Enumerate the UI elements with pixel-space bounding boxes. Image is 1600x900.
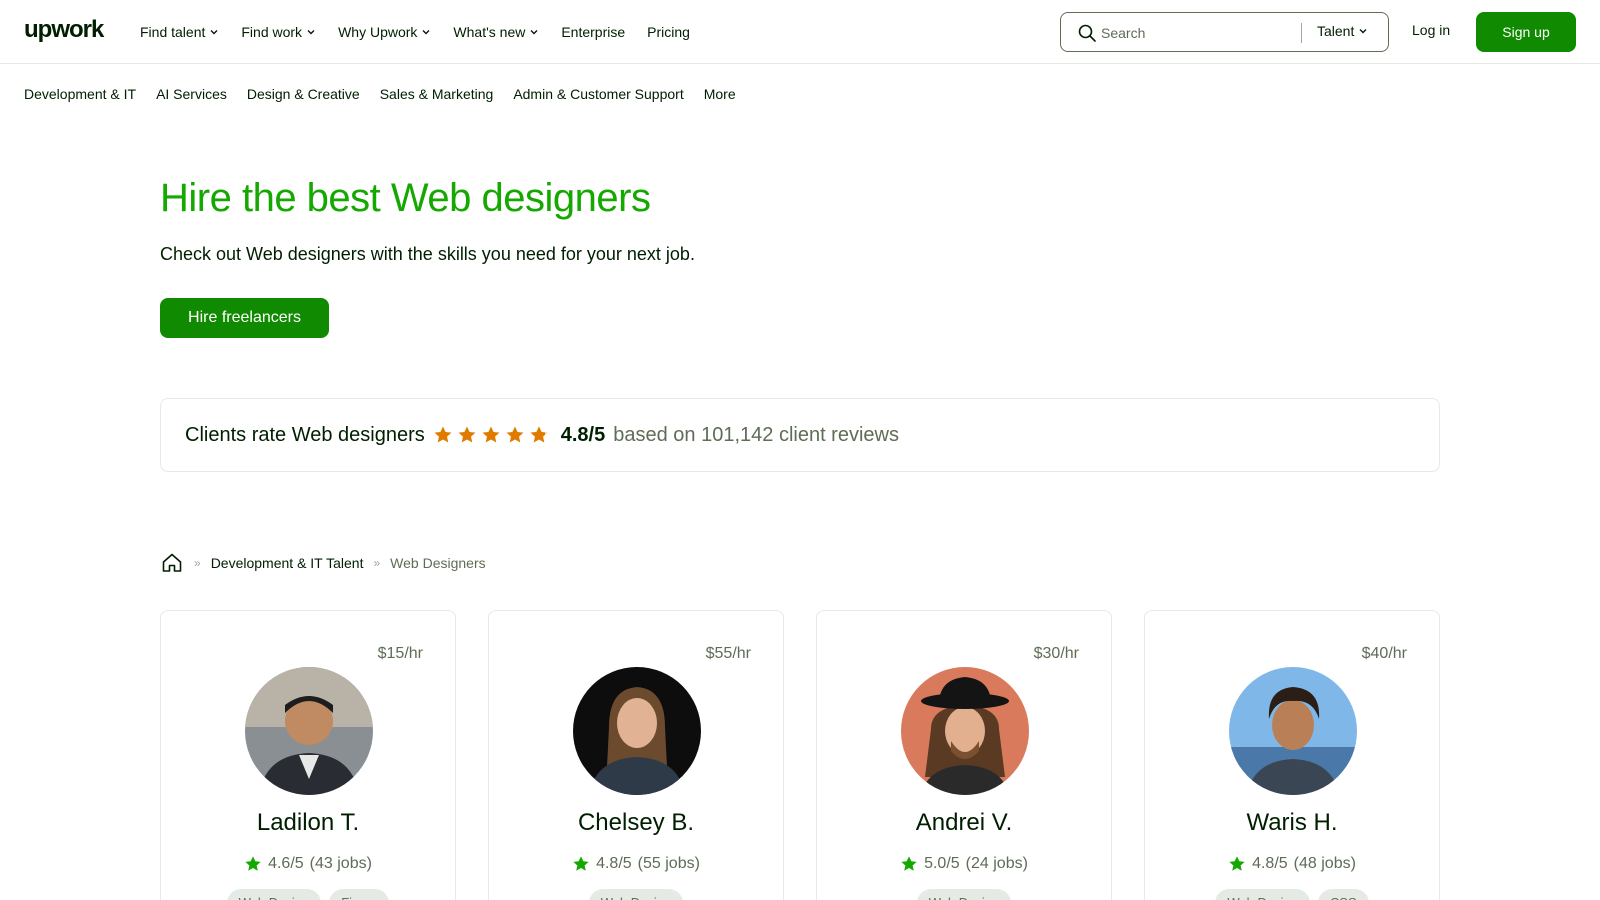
rating-score: 4.6/5 [268, 855, 304, 872]
freelancer-card[interactable]: $55/hr Chelsey B. 4.8/5 (55 jobs) Web De… [488, 610, 784, 900]
nav-label: Find talent [140, 24, 206, 40]
job-count: (48 jobs) [1293, 855, 1356, 872]
nav-pricing[interactable]: Pricing [647, 24, 690, 40]
rating-score: 4.8/5 [596, 855, 632, 872]
login-link[interactable]: Log in [1412, 22, 1450, 38]
job-count: (24 jobs) [965, 855, 1028, 872]
category-sales-marketing[interactable]: Sales & Marketing [380, 86, 494, 102]
chevron-down-icon [530, 30, 538, 35]
rating-label: Clients rate Web designers [185, 423, 425, 446]
breadcrumb-current: Web Designers [390, 555, 486, 571]
star-icon [573, 856, 589, 871]
skill-tags: Web Design [489, 889, 783, 900]
star-icon [458, 426, 476, 443]
page-subtitle: Check out Web designers with the skills … [160, 244, 695, 264]
freelancer-name: Andrei V. [915, 809, 1013, 836]
nav-label: Enterprise [561, 24, 626, 40]
category-more[interactable]: More [704, 86, 736, 102]
job-count: (55 jobs) [637, 855, 700, 872]
hourly-rate: $15/hr [377, 645, 423, 662]
search-divider [1301, 23, 1302, 43]
search-scope-label: Talent [1317, 23, 1355, 39]
signup-button[interactable]: Sign up [1476, 12, 1576, 52]
rating-review-count: based on 101,142 client reviews [613, 423, 899, 446]
nav-whats-new[interactable]: What's new [453, 24, 539, 40]
skill-tag[interactable]: Web Design [916, 889, 1012, 900]
nav-label: Find work [241, 24, 303, 40]
rating-score: 4.8/5 [1252, 855, 1288, 872]
freelancer-card-list: $15/hr Ladilon T. 4.6/5 (43 jobs) Web De… [160, 610, 1440, 900]
breadcrumb: » Development & IT Talent » Web Designer… [160, 551, 486, 575]
category-development-it[interactable]: Development & IT [24, 86, 136, 102]
chevron-down-icon [307, 30, 315, 35]
category-design-creative[interactable]: Design & Creative [247, 86, 360, 102]
category-admin-support[interactable]: Admin & Customer Support [513, 86, 683, 102]
freelancer-card[interactable]: $30/hr Andrei V. 5.0/5 (24 jobs) Web Des… [816, 610, 1112, 900]
top-header: upwork Find talent Find work Why Upwork … [0, 0, 1600, 64]
freelancer-card[interactable]: $15/hr Ladilon T. 4.6/5 (43 jobs) Web De… [160, 610, 456, 900]
hourly-rate: $30/hr [1033, 645, 1079, 662]
star-icon [434, 426, 452, 443]
search-box: Talent [1060, 12, 1389, 52]
client-rating-summary: Clients rate Web designers 4.8/5 based o… [160, 398, 1440, 472]
chevron-down-icon [1359, 29, 1367, 34]
main-nav: Find talent Find work Why Upwork What's … [140, 0, 690, 64]
nav-label: Pricing [647, 24, 690, 40]
skill-tag[interactable]: CSS [1317, 889, 1369, 900]
skill-tag[interactable]: Web Design [588, 889, 684, 900]
freelancer-rating: 5.0/5 (24 jobs) [817, 855, 1111, 873]
skill-tags: Web Design CSS [1145, 889, 1439, 900]
star-icon [506, 426, 524, 443]
search-input[interactable] [1101, 22, 1291, 44]
avatar [573, 667, 701, 795]
hourly-rate: $55/hr [705, 645, 751, 662]
breadcrumb-separator-icon: » [194, 556, 201, 570]
star-icon [245, 856, 261, 871]
star-icon [1229, 856, 1245, 871]
star-icon [901, 856, 917, 871]
nav-find-work[interactable]: Find work [241, 24, 316, 40]
search-scope-dropdown[interactable]: Talent [1317, 23, 1368, 39]
category-nav: Development & IT AI Services Design & Cr… [24, 86, 736, 102]
skill-tag[interactable]: Figma [329, 889, 390, 900]
star-icon [482, 426, 500, 443]
hire-freelancers-button[interactable]: Hire freelancers [160, 298, 329, 338]
search-icon [1078, 24, 1096, 42]
home-icon[interactable] [160, 551, 184, 575]
nav-label: Why Upwork [338, 24, 418, 40]
freelancer-rating: 4.8/5 (48 jobs) [1145, 855, 1439, 873]
skill-tags: Web Design [817, 889, 1111, 900]
skill-tag[interactable]: Web Design [226, 889, 322, 900]
rating-score: 4.8/5 [560, 423, 606, 446]
freelancer-name: Chelsey B. [577, 809, 695, 836]
nav-why-upwork[interactable]: Why Upwork [338, 24, 431, 40]
hourly-rate: $40/hr [1361, 645, 1407, 662]
nav-label: What's new [453, 24, 526, 40]
freelancer-name: Ladilon T. [256, 809, 360, 836]
breadcrumb-parent-link[interactable]: Development & IT Talent [211, 555, 364, 571]
avatar [245, 667, 373, 795]
star-half-icon [530, 426, 548, 443]
upwork-logo[interactable]: upwork [24, 16, 104, 44]
freelancer-card[interactable]: $40/hr Waris H. 4.8/5 (48 jobs) Web Desi… [1144, 610, 1440, 900]
page-title: Hire the best Web designers [160, 176, 651, 220]
skill-tag[interactable]: Web Design [1215, 889, 1310, 900]
breadcrumb-separator-icon: » [373, 556, 381, 570]
avatar [1229, 667, 1357, 795]
job-count: (43 jobs) [309, 855, 372, 872]
nav-find-talent[interactable]: Find talent [140, 24, 219, 40]
avatar [901, 667, 1029, 795]
category-ai-services[interactable]: AI Services [156, 86, 227, 102]
freelancer-rating: 4.8/5 (55 jobs) [489, 855, 783, 873]
skill-tags: Web Design Figma [161, 889, 455, 900]
chevron-down-icon [422, 30, 430, 35]
star-rating [433, 425, 549, 445]
freelancer-rating: 4.6/5 (43 jobs) [161, 855, 455, 873]
nav-enterprise[interactable]: Enterprise [561, 24, 625, 40]
chevron-down-icon [210, 30, 218, 35]
freelancer-name: Waris H. [1246, 809, 1338, 836]
rating-score: 5.0/5 [924, 855, 960, 872]
